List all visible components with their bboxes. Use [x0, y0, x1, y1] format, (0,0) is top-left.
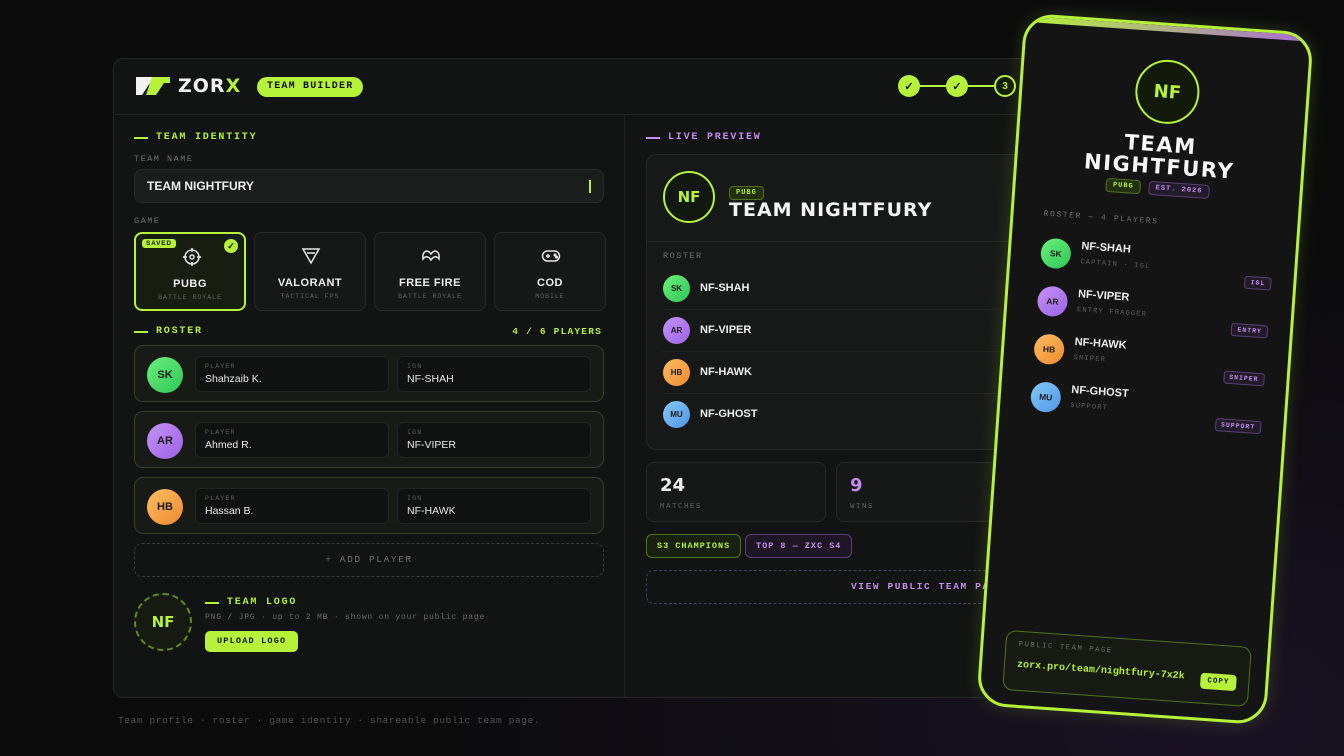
avatar: AR [147, 423, 183, 459]
preview-team-title: TEAM NIGHTFURY [729, 199, 933, 221]
avatar: MU [663, 401, 690, 428]
divider [647, 241, 1045, 242]
live-preview-card: NF PUBG TEAM NIGHTFURY ROSTER SK NF-SHAH… [646, 154, 1046, 450]
avatar: MU [1029, 381, 1062, 414]
game-option-free-fire[interactable]: FREE FIRE BATTLE ROYALE [374, 232, 486, 311]
game-option-pubg[interactable]: SAVED ✓ PUBG BATTLE ROYALE [134, 232, 246, 311]
team-name-input[interactable]: TEAM NIGHTFURY [134, 169, 604, 203]
step-connector [920, 85, 946, 87]
gamepad-icon [541, 250, 561, 262]
achievement-badge: S3 CHAMPIONS [646, 534, 742, 558]
heading-dash [205, 601, 219, 604]
phone-mockup: NF TEAM NIGHTFURY PUBG EST. 2026 ROSTER … [976, 12, 1314, 726]
avatar: HB [663, 359, 690, 386]
player-ign-field[interactable]: IGN NF-VIPER [397, 422, 591, 458]
team-name-label: TEAM NAME [134, 154, 194, 164]
player-name-field[interactable]: PLAYER Shahzaib K. [195, 356, 389, 392]
preview-roster-row: MU NF-GHOST [663, 394, 1043, 436]
game-pill: PUBG [729, 186, 764, 200]
check-icon: ✓ [224, 239, 238, 253]
player-name-field[interactable]: PLAYER Ahmed R. [195, 422, 389, 458]
phone-top-accent [1026, 15, 1311, 42]
public-url[interactable]: zorx.pro/team/nightfury-7x2k [1017, 660, 1185, 683]
preview-roster-row: AR NF-VIPER [663, 310, 1043, 352]
saved-badge: SAVED [142, 239, 176, 248]
roster-count: 4 / 6 PLAYERS [512, 326, 602, 337]
public-team-page-box: PUBLIC TEAM PAGE zorx.pro/team/nightfury… [1002, 629, 1252, 707]
game-label: GAME [134, 216, 161, 226]
team-logo-heading: TEAM LOGO [205, 597, 297, 608]
progress-stepper: ✓ ✓ 3 [898, 75, 1016, 97]
heading-dash [134, 330, 148, 333]
preview-roster-label: ROSTER [663, 251, 703, 261]
card-header: ZORX TEAM BUILDER ✓ ✓ 3 [114, 59, 1072, 115]
game-option-cod[interactable]: COD MOBILE [494, 232, 606, 311]
avatar: SK [1039, 237, 1072, 270]
step-3-current[interactable]: 3 [994, 75, 1016, 97]
role-tag: IGL [1244, 275, 1272, 291]
team-avatar: NF [663, 171, 715, 223]
column-divider [624, 115, 625, 697]
footer-note: Team profile · roster · game identity · … [118, 715, 541, 726]
phone-screen: NF TEAM NIGHTFURY PUBG EST. 2026 ROSTER … [976, 12, 1314, 726]
game-option-valorant[interactable]: VALORANT TACTICAL FPS [254, 232, 366, 311]
avatar: AR [663, 317, 690, 344]
heading-dash [134, 136, 148, 139]
brand-name: ZORX [178, 75, 242, 97]
team-builder-card: ZORX TEAM BUILDER ✓ ✓ 3 TEAM IDENTITY TE… [113, 58, 1073, 698]
heading-dash [646, 136, 660, 139]
preview-game-pill-wrap: PUBG [729, 181, 764, 200]
step-connector [968, 85, 994, 87]
upload-logo-button[interactable]: UPLOAD LOGO [205, 631, 299, 652]
team-builder-badge: TEAM BUILDER [257, 77, 364, 97]
player-name-field[interactable]: PLAYER Hassan B. [195, 488, 389, 524]
phone-roster-label: ROSTER — 4 PLAYERS [1043, 209, 1159, 227]
role-tag: SUPPORT [1214, 418, 1262, 435]
role-tag: ENTRY [1231, 322, 1269, 339]
player-row[interactable]: AR PLAYER Ahmed R. IGN NF-VIPER [134, 411, 604, 468]
game-pill: PUBG [1105, 177, 1142, 195]
crosshair-icon [183, 248, 201, 266]
avatar: HB [1033, 333, 1066, 366]
add-player-button[interactable]: + ADD PLAYER [134, 543, 604, 577]
team-logo-preview[interactable]: NF [134, 593, 192, 651]
phone-team-avatar: NF [1133, 57, 1202, 127]
avatar: AR [1036, 285, 1069, 318]
achievement-badge: TOP 8 — ZXC S4 [745, 534, 853, 558]
player-row[interactable]: SK PLAYER Shahzaib K. IGN NF-SHAH [134, 345, 604, 402]
wings-icon [422, 250, 440, 262]
stat-matches: 24 MATCHES [646, 462, 826, 522]
roster-heading: ROSTER [134, 326, 203, 337]
role-tag: SNIPER [1222, 370, 1265, 387]
text-caret [589, 180, 591, 193]
live-preview-heading: LIVE PREVIEW [646, 132, 762, 143]
step-2-done[interactable]: ✓ [946, 75, 968, 97]
avatar: SK [663, 275, 690, 302]
player-ign-field[interactable]: IGN NF-SHAH [397, 356, 591, 392]
game-selector: SAVED ✓ PUBG BATTLE ROYALE VALORANT TACT… [134, 232, 606, 311]
avatar: SK [147, 357, 183, 393]
step-1-done[interactable]: ✓ [898, 75, 920, 97]
est-pill: EST. 2026 [1148, 180, 1210, 200]
avatar: HB [147, 489, 183, 525]
zorx-logo-icon [136, 77, 170, 95]
valorant-icon [301, 248, 321, 265]
team-identity-heading: TEAM IDENTITY [134, 132, 257, 143]
preview-roster-row: HB NF-HAWK [663, 352, 1043, 394]
preview-roster-row: SK NF-SHAH [663, 268, 1043, 310]
player-row[interactable]: HB PLAYER Hassan B. IGN NF-HAWK [134, 477, 604, 534]
copy-button[interactable]: COPY [1199, 672, 1237, 692]
player-ign-field[interactable]: IGN NF-HAWK [397, 488, 591, 524]
team-logo-hint: PNG / JPG · up to 2 MB · shown on your p… [205, 613, 486, 622]
brand-logo[interactable]: ZORX [134, 75, 241, 97]
